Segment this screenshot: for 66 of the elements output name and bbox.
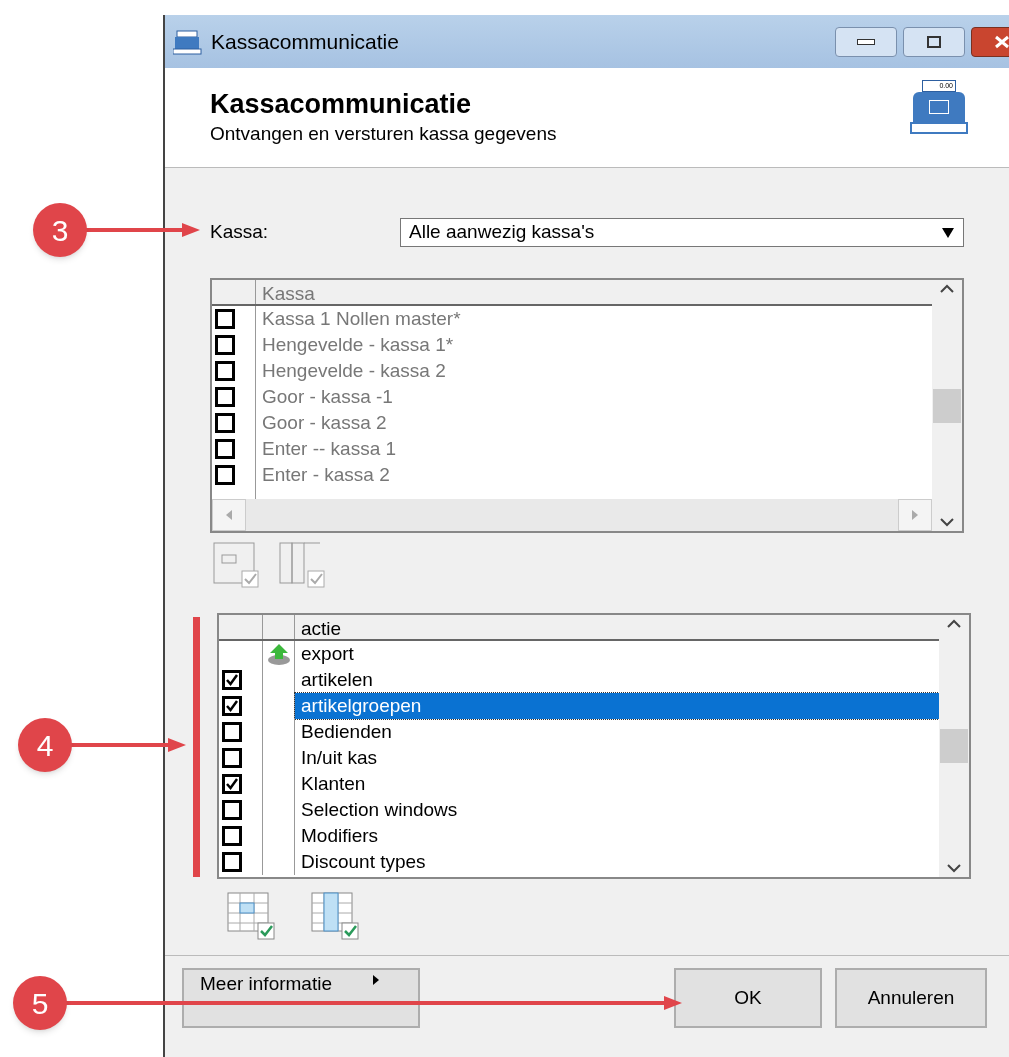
- actie-row[interactable]: Selection windows: [295, 797, 939, 823]
- actie-row[interactable]: artikelen: [295, 667, 939, 693]
- horizontal-scrollbar[interactable]: [212, 499, 932, 531]
- dropdown-arrow-icon: [941, 226, 955, 239]
- header-title: Kassacommunicatie: [210, 88, 473, 121]
- annotation-marker: 4: [18, 718, 72, 772]
- column-header[interactable]: actie: [295, 615, 342, 639]
- checkbox[interactable]: [215, 309, 235, 329]
- more-info-button[interactable]: Meer informatie: [182, 968, 420, 1028]
- maximize-button[interactable]: [903, 26, 965, 57]
- column-check-icon[interactable]: [278, 541, 328, 589]
- actie-row[interactable]: In/uit kas: [295, 745, 939, 771]
- kassa-name[interactable]: Hengevelde - kassa 1*: [262, 332, 461, 358]
- checkbox[interactable]: [222, 826, 242, 846]
- scroll-right-icon: [911, 509, 919, 521]
- checkbox[interactable]: [215, 465, 235, 485]
- scroll-left-icon: [225, 509, 233, 521]
- scrollbar[interactable]: [939, 615, 969, 877]
- checkbox[interactable]: [215, 413, 235, 433]
- actie-row[interactable]: Bedienden: [295, 719, 939, 745]
- window-title: Kassacommunicatie: [211, 28, 399, 55]
- checkbox[interactable]: [222, 774, 242, 794]
- checkbox[interactable]: [222, 800, 242, 820]
- caret-icon: [372, 974, 380, 986]
- ok-button[interactable]: OK: [674, 968, 822, 1028]
- checkbox[interactable]: [215, 361, 235, 381]
- scroll-up-icon[interactable]: [939, 284, 955, 294]
- scrollbar[interactable]: [932, 280, 962, 531]
- scroll-thumb[interactable]: [940, 729, 968, 763]
- kassa-name[interactable]: Goor - kassa -1: [262, 384, 461, 410]
- scroll-down-icon[interactable]: [946, 863, 962, 873]
- checkbox[interactable]: [222, 722, 242, 742]
- checkbox[interactable]: [215, 439, 235, 459]
- kassa-name[interactable]: Enter -- kassa 1: [262, 436, 461, 462]
- row-check-icon[interactable]: [212, 541, 262, 589]
- kassa-name[interactable]: Kassa 1 Nollen master*: [262, 306, 461, 332]
- actie-row[interactable]: export: [295, 641, 939, 667]
- checkbox[interactable]: [222, 852, 242, 872]
- actie-row[interactable]: Klanten: [295, 771, 939, 797]
- cancel-button[interactable]: Annuleren: [835, 968, 987, 1028]
- checkbox[interactable]: [215, 387, 235, 407]
- checkbox[interactable]: [222, 748, 242, 768]
- scroll-down-icon[interactable]: [939, 517, 955, 527]
- annotation-marker: 3: [33, 203, 87, 257]
- scroll-thumb[interactable]: [933, 388, 961, 423]
- kassa-dropdown[interactable]: Alle aanwezig kassa's: [400, 218, 964, 247]
- kassa-name[interactable]: Goor - kassa 2: [262, 410, 461, 436]
- scroll-up-icon[interactable]: [946, 619, 962, 629]
- kassa-label: Kassa:: [210, 220, 270, 245]
- kassa-name[interactable]: Hengevelde - kassa 2: [262, 358, 461, 384]
- checkbox[interactable]: [215, 335, 235, 355]
- kassa-name[interactable]: Enter - kassa 2: [262, 462, 461, 488]
- actie-row[interactable]: Discount types: [295, 849, 939, 875]
- annotation-marker: 5: [13, 976, 67, 1030]
- cell-check-icon[interactable]: [226, 891, 276, 941]
- minimize-button[interactable]: [835, 26, 897, 57]
- actie-row[interactable]: Modifiers: [295, 823, 939, 849]
- upload-icon: [265, 642, 292, 666]
- checkbox[interactable]: [222, 670, 242, 690]
- header-subtitle: Ontvangen en versturen kassa gegevens: [210, 121, 557, 146]
- column-header[interactable]: Kassa: [256, 280, 315, 304]
- column-check-icon[interactable]: [310, 891, 360, 941]
- close-icon: [994, 34, 1009, 49]
- checkbox[interactable]: [222, 696, 242, 716]
- actie-row[interactable]: artikelgroepen: [295, 693, 939, 719]
- cash-register-icon: [173, 28, 203, 55]
